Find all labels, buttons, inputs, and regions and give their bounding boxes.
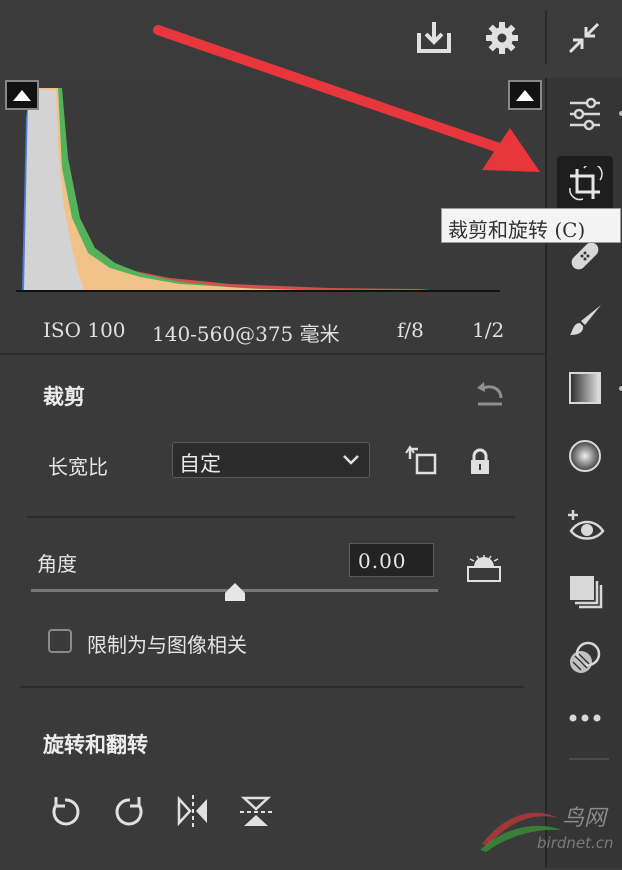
collapse-icon[interactable] bbox=[566, 20, 602, 56]
angle-label: 角度 bbox=[37, 552, 77, 576]
angle-input[interactable]: 0.00 bbox=[349, 543, 434, 577]
camera-info: ISO 100 140-560@375 毫米 f/8 1/2 bbox=[0, 303, 545, 353]
radial-gradient-icon[interactable] bbox=[557, 428, 613, 484]
tooltip-text: 裁剪和旋转 (C) bbox=[448, 218, 586, 242]
shutter-value: 1/2 bbox=[472, 318, 505, 342]
chevron-down-icon bbox=[341, 449, 361, 473]
divider bbox=[20, 686, 524, 688]
watermark-subtext: birdnet.cn bbox=[537, 834, 614, 852]
lens-value: 140-560@375 毫米 bbox=[152, 322, 340, 346]
constrain-to-image-checkbox[interactable] bbox=[48, 629, 72, 653]
crop-rotate-icon[interactable] bbox=[557, 156, 613, 212]
rotate-crop-orientation-icon[interactable] bbox=[404, 444, 438, 476]
aspect-ratio-label: 长宽比 bbox=[48, 455, 108, 479]
flip-horizontal-icon[interactable] bbox=[176, 795, 210, 829]
aspect-ratio-value: 自定 bbox=[179, 452, 221, 476]
more-icon[interactable] bbox=[557, 690, 613, 746]
constrain-to-image-label: 限制为与图像相关 bbox=[87, 633, 247, 657]
aperture-value: f/8 bbox=[397, 318, 424, 342]
edit-sliders-icon[interactable] bbox=[557, 86, 613, 142]
iso-value: ISO 100 bbox=[43, 318, 126, 342]
angle-value: 0.00 bbox=[358, 549, 407, 573]
red-eye-icon[interactable] bbox=[557, 496, 613, 552]
linear-gradient-icon[interactable] bbox=[557, 360, 613, 416]
crop-section-title: 裁剪 bbox=[43, 384, 85, 409]
watermark-text: 鸟网 bbox=[562, 806, 607, 831]
flip-vertical-icon[interactable] bbox=[240, 795, 274, 829]
presets-icon[interactable] bbox=[557, 563, 613, 619]
divider bbox=[569, 758, 609, 760]
rotate-right-icon[interactable] bbox=[113, 795, 147, 829]
tool-rail bbox=[545, 78, 622, 868]
divider bbox=[0, 353, 545, 355]
snapshots-icon[interactable] bbox=[557, 630, 613, 686]
rotate-flip-section-title: 旋转和翻转 bbox=[43, 732, 148, 757]
shadow-clipping-toggle[interactable] bbox=[5, 80, 39, 110]
straighten-tool-icon[interactable] bbox=[466, 553, 502, 583]
rotate-left-icon[interactable] bbox=[48, 795, 82, 829]
divider bbox=[27, 516, 515, 518]
aspect-ratio-select[interactable]: 自定 bbox=[172, 442, 370, 478]
brush-icon[interactable] bbox=[557, 293, 613, 349]
angle-slider-thumb[interactable] bbox=[223, 580, 247, 602]
reset-icon[interactable] bbox=[474, 378, 506, 408]
annotation-arrow bbox=[150, 20, 550, 180]
lock-icon[interactable] bbox=[468, 448, 492, 476]
tooltip: 裁剪和旋转 (C) bbox=[441, 208, 621, 243]
